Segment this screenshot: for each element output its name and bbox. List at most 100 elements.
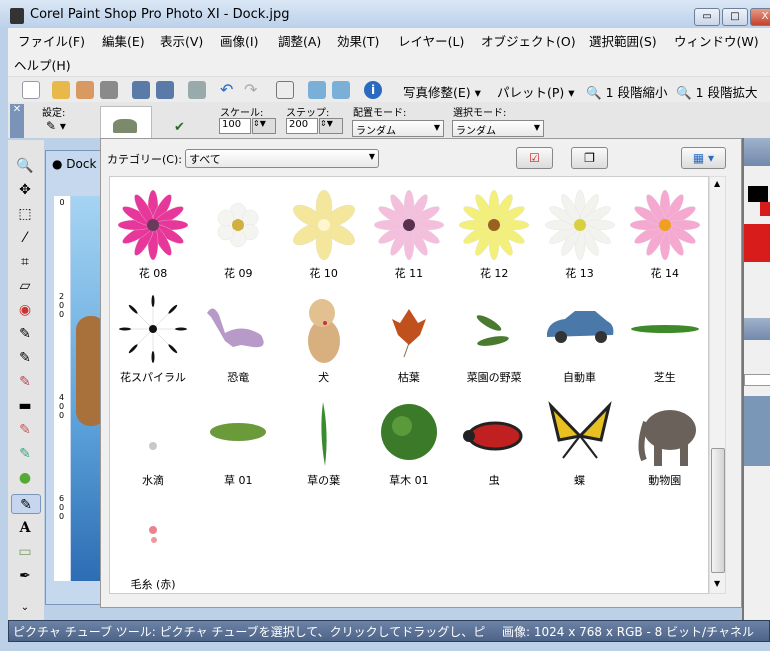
- tube-item[interactable]: 花 09: [195, 187, 281, 291]
- crop-tool-icon[interactable]: ⌗: [14, 252, 36, 272]
- picture-tube-picker: カテゴリー(C): すべて ☑ ❐ ▦ ▾ 花 08花 09花 10花 11花 …: [100, 138, 742, 608]
- save-as-icon[interactable]: [156, 81, 174, 99]
- menu-window[interactable]: ウィンドウ(W): [674, 31, 759, 50]
- scroll-up-icon[interactable]: ▲: [714, 179, 720, 188]
- tube-preview[interactable]: [100, 106, 152, 140]
- zoom-out-button[interactable]: 🔍 1 段階縮小: [586, 82, 668, 101]
- favorites-button[interactable]: ☑: [516, 147, 553, 169]
- redo-icon[interactable]: ↷: [244, 81, 262, 99]
- tube-item[interactable]: 草木 01: [366, 394, 452, 498]
- maximize-button[interactable]: □: [722, 8, 748, 26]
- menu-image[interactable]: 画像(I): [220, 31, 258, 50]
- shape-tool-icon[interactable]: ▭: [14, 542, 36, 562]
- menu-selections[interactable]: 選択範囲(S): [589, 31, 657, 50]
- menu-layers[interactable]: レイヤー(L): [398, 31, 464, 50]
- vertical-scrollbar[interactable]: ▲ ▼: [709, 176, 726, 594]
- tube-item[interactable]: 菜園の野菜: [451, 291, 537, 395]
- background-color-swatch[interactable]: [760, 202, 770, 216]
- selection-mode-select[interactable]: ランダム: [452, 120, 544, 137]
- tube-item[interactable]: 水滴: [110, 394, 196, 498]
- scroll-down-icon[interactable]: ▼: [714, 579, 720, 588]
- zoom-tool-icon[interactable]: 🔍: [14, 156, 36, 176]
- step-spinner[interactable]: ⇕▼: [319, 118, 343, 134]
- tube-item[interactable]: 花 10: [281, 187, 367, 291]
- category-select[interactable]: すべて: [185, 149, 379, 168]
- eraser-tool-icon[interactable]: ✎: [14, 420, 36, 440]
- menu-adjust[interactable]: 調整(A): [278, 31, 321, 50]
- tube-item[interactable]: 枯葉: [366, 291, 452, 395]
- tube-item[interactable]: 花 11: [366, 187, 452, 291]
- rotate-left-icon[interactable]: [308, 81, 326, 99]
- menu-help[interactable]: ヘルプ(H): [14, 55, 71, 74]
- view-options-button[interactable]: ▦ ▾: [681, 147, 726, 169]
- tube-item[interactable]: 花スパイラル: [110, 291, 196, 395]
- pan-tool-icon[interactable]: ✥: [14, 180, 36, 200]
- copy-button[interactable]: ❐: [571, 147, 608, 169]
- color-sample[interactable]: [744, 224, 770, 262]
- tube-item[interactable]: 自動車: [537, 291, 623, 395]
- open-icon[interactable]: [52, 81, 70, 99]
- second-palette-header: [744, 318, 770, 340]
- document-window[interactable]: ● Dock 0 200 400 600: [45, 150, 106, 605]
- foreground-color-swatch[interactable]: [748, 186, 768, 202]
- undo-icon[interactable]: ↶: [220, 81, 238, 99]
- tube-item[interactable]: 草の葉: [281, 394, 367, 498]
- tube-item[interactable]: 花 08: [110, 187, 196, 291]
- placement-mode-select[interactable]: ランダム: [352, 120, 444, 137]
- resize-icon[interactable]: [276, 81, 294, 99]
- browse-icon[interactable]: [76, 81, 94, 99]
- text-tool-icon[interactable]: A: [14, 518, 36, 538]
- palette-field[interactable]: [744, 374, 770, 386]
- scale-input[interactable]: 100: [219, 118, 251, 134]
- menu-view[interactable]: 表示(V): [160, 31, 203, 50]
- makeover-tool-icon[interactable]: ✎: [14, 324, 36, 344]
- new-icon[interactable]: [22, 81, 40, 99]
- save-icon[interactable]: [132, 81, 150, 99]
- red-eye-tool-icon[interactable]: ◉: [14, 300, 36, 320]
- tube-item[interactable]: 恐竜: [195, 291, 281, 395]
- tube-item[interactable]: 花 12: [451, 187, 537, 291]
- selection-tool-icon[interactable]: ⬚: [14, 204, 36, 224]
- info-icon[interactable]: i: [364, 81, 382, 99]
- tube-item[interactable]: 芝生: [622, 291, 708, 395]
- tube-item[interactable]: 蝶: [537, 394, 623, 498]
- deform-tool-icon[interactable]: ▱: [14, 276, 36, 296]
- color-replacer-icon[interactable]: ●: [14, 468, 36, 488]
- tube-item[interactable]: 毛糸 (赤): [110, 498, 196, 594]
- photo-fix-menu[interactable]: 写真修整(E) ▾: [403, 82, 481, 101]
- rotate-right-icon[interactable]: [332, 81, 350, 99]
- picture-tube-tool-icon[interactable]: ✎: [11, 494, 41, 514]
- menu-objects[interactable]: オブジェクト(O): [481, 31, 576, 50]
- minimize-button[interactable]: ▭: [694, 8, 720, 26]
- palette-menu[interactable]: パレット(P) ▾: [497, 82, 575, 101]
- close-button[interactable]: X: [750, 8, 770, 26]
- more-tools-icon[interactable]: ⌄: [14, 598, 36, 618]
- scan-icon[interactable]: [100, 81, 118, 99]
- tube-item[interactable]: 動物園: [622, 394, 708, 498]
- document-tab[interactable]: ● Dock: [52, 157, 96, 171]
- close-options-icon[interactable]: ✕: [10, 104, 24, 138]
- pen-tool-icon[interactable]: ✒: [14, 566, 36, 586]
- tube-item[interactable]: 犬: [281, 291, 367, 395]
- zoom-in-button[interactable]: 🔍 1 段階拡大: [676, 82, 758, 101]
- step-input[interactable]: 200: [286, 118, 318, 134]
- layer-row[interactable]: [744, 396, 770, 466]
- tube-item[interactable]: 花 14: [622, 187, 708, 291]
- grass-thumbnail-icon: [630, 324, 699, 333]
- menu-file[interactable]: ファイル(F): [18, 31, 85, 50]
- menu-edit[interactable]: 編集(E): [102, 31, 145, 50]
- scale-spinner[interactable]: ⇕▼: [252, 118, 276, 134]
- fill-tool-icon[interactable]: ▬: [14, 396, 36, 416]
- scrollbar-thumb[interactable]: [711, 448, 725, 573]
- apply-icon[interactable]: ✔: [174, 120, 185, 135]
- paint-brush-icon[interactable]: ✎: [14, 372, 36, 392]
- tube-item[interactable]: 虫: [451, 394, 537, 498]
- dropper-tool-icon[interactable]: ⁄: [14, 228, 36, 248]
- preset-dropdown[interactable]: ✎ ▾: [46, 119, 76, 135]
- print-icon[interactable]: [188, 81, 206, 99]
- tube-item[interactable]: 草 01: [195, 394, 281, 498]
- retouch-tool-icon[interactable]: ✎: [14, 444, 36, 464]
- menu-effects[interactable]: 効果(T): [337, 31, 379, 50]
- tube-item[interactable]: 花 13: [537, 187, 623, 291]
- clone-brush-icon[interactable]: ✎: [14, 348, 36, 368]
